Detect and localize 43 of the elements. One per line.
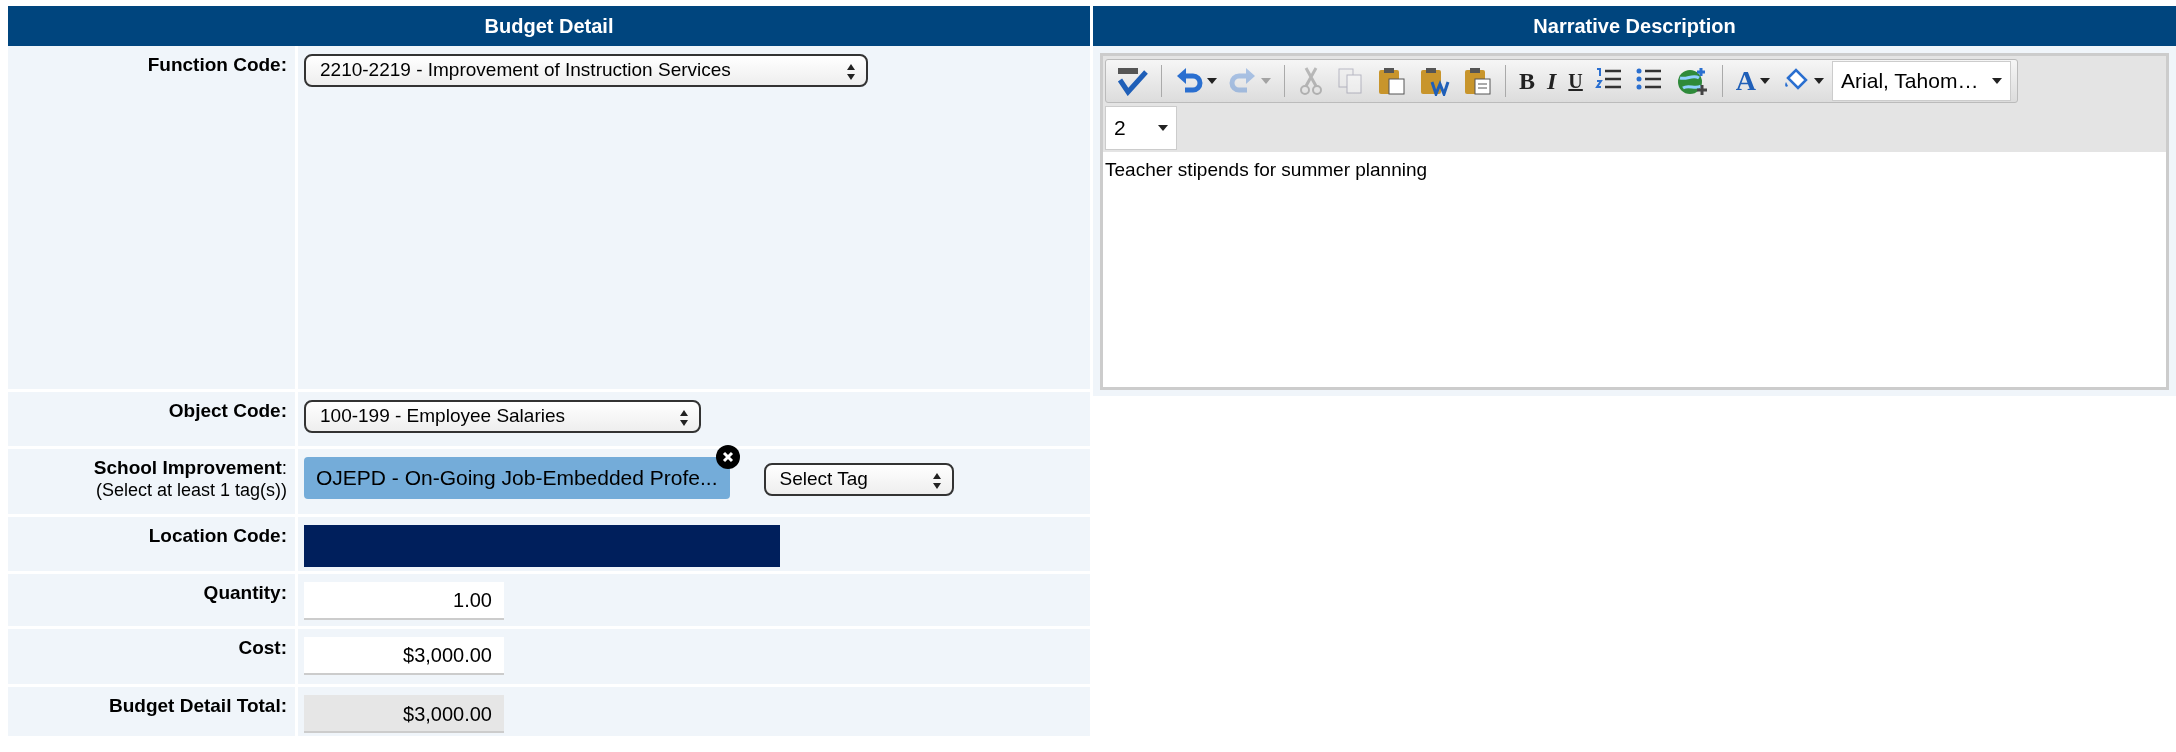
field-label: Location Code: (8, 517, 298, 571)
scissors-icon (1298, 66, 1324, 96)
clipboard-icon (1418, 66, 1450, 96)
updown-icon (846, 63, 856, 81)
field-label: Function Code: (8, 46, 298, 389)
total-value: $3,000.00 (304, 695, 504, 733)
field-label: Cost: (8, 629, 298, 684)
close-icon[interactable] (715, 445, 740, 469)
caret-icon (1158, 125, 1168, 131)
input-field[interactable]: 1.00 (304, 582, 504, 620)
copy-icon (1336, 66, 1364, 96)
caret-icon (1207, 78, 1217, 84)
field-label: Quantity: (8, 574, 298, 626)
caret-icon (1760, 78, 1771, 84)
caret-icon (1814, 78, 1825, 84)
select-field[interactable]: 100-199 - Employee Salaries (304, 400, 701, 433)
underline-button[interactable]: U (1564, 63, 1587, 99)
caret-icon (1992, 78, 2003, 84)
panel-header: Budget Detail (8, 6, 1090, 46)
panel-header: Narrative Description (1093, 6, 2176, 46)
caret-icon (1261, 78, 1271, 84)
hint-text: (Select at least 1 tag(s)) (94, 479, 287, 502)
clipboard-icon (1462, 66, 1492, 96)
field-label: Budget Detail Total: (8, 687, 298, 736)
redo-icon (1229, 66, 1257, 96)
tag-select[interactable]: Select Tag (763, 463, 954, 496)
italic-button[interactable]: I (1543, 63, 1561, 99)
size-select[interactable]: 2 (1105, 106, 1177, 150)
editor-text: Teacher stipends for summer planning (1103, 152, 2166, 387)
updown-icon (679, 409, 689, 427)
bold-button[interactable]: B (1515, 63, 1539, 99)
field-label: Object Code: (8, 392, 298, 446)
spellcheck-icon (1116, 66, 1148, 96)
font-select[interactable]: Arial, Tahom… (1832, 61, 2012, 101)
location-field[interactable] (304, 525, 780, 567)
font-color-button[interactable]: A (1731, 63, 1775, 99)
input-field[interactable]: $3,000.00 (304, 637, 504, 675)
select-field[interactable]: 2210-2219 - Improvement of Instruction Services (304, 54, 868, 87)
clipboard-icon (1376, 66, 1406, 96)
updown-icon (931, 472, 942, 490)
tag-chip[interactable]: OJEPD - On-Going Job-Embedded Profe... (304, 457, 730, 499)
undo-icon (1175, 66, 1203, 96)
field-label: School Improvement: (92, 457, 287, 480)
